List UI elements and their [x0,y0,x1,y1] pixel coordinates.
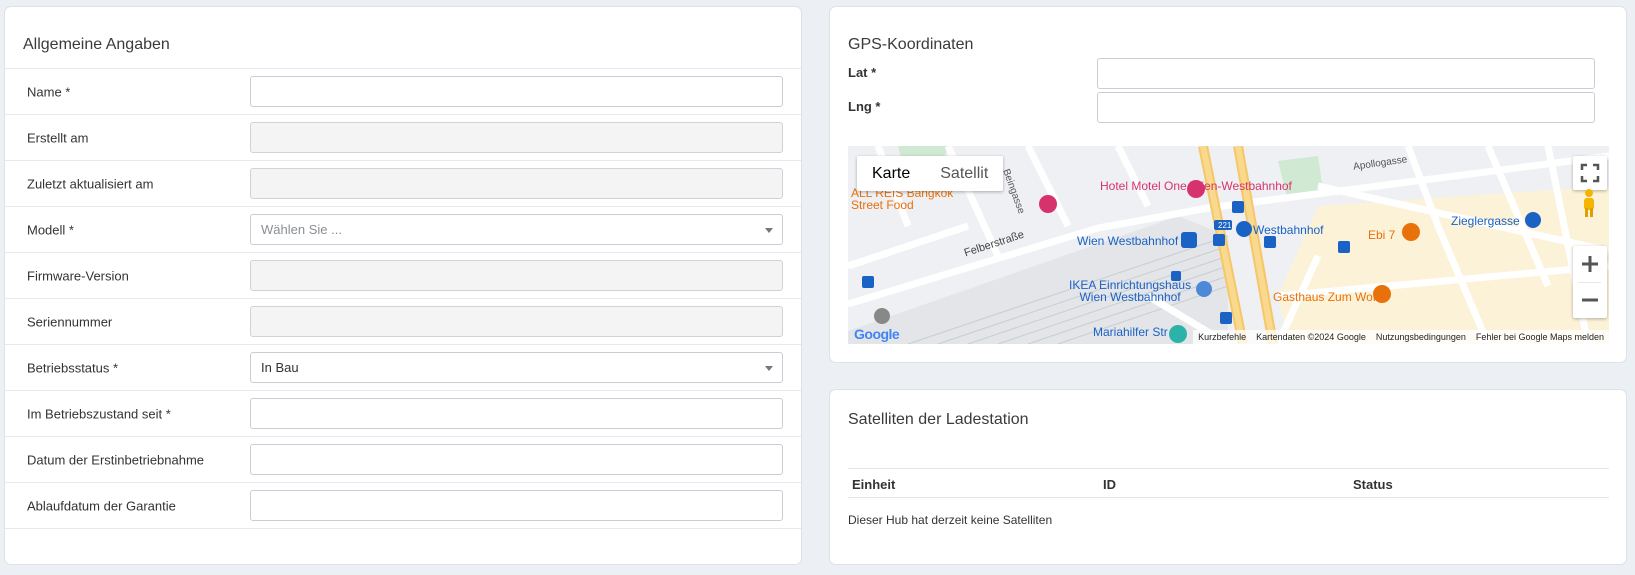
satellites-card: Satelliten der Ladestation Einheit ID St… [829,389,1627,565]
zoom-control [1573,246,1607,318]
gps-title: GPS-Koordinaten [848,36,974,53]
col-header-einheit: Einheit [852,477,896,492]
model-label: Modell * [27,222,74,237]
status-label: Betriebsstatus * [27,360,119,375]
zoom-out-button[interactable] [1573,282,1607,318]
pegman-icon[interactable] [1581,188,1597,223]
created-label: Erstellt am [27,130,89,145]
updated-label: Zuletzt aktualisiert am [27,176,154,191]
form-row-commissioning: Datum der Erstinbetriebnahme [5,437,801,483]
lat-input[interactable] [1097,58,1595,89]
gps-card: GPS-Koordinaten Lat * Lng * Hotel Motel … [829,6,1627,363]
zoom-in-button[interactable] [1573,246,1607,282]
firmware-label: Firmware-Version [27,268,129,283]
commissioning-label: Datum der Erstinbetriebnahme [27,452,205,467]
plus-icon [1582,256,1598,272]
form-row-warranty: Ablaufdatum der Garantie [5,483,801,529]
map-label-zieglergasse: Zieglergasse [1451,214,1520,228]
satellites-empty-message: Dieser Hub hat derzeit keine Satelliten [848,513,1053,527]
warranty-label: Ablaufdatum der Garantie [27,498,176,513]
map-footer-report[interactable]: Fehler bei Google Maps melden [1476,330,1604,344]
map-footer-data: Kartendaten ©2024 Google [1256,332,1366,342]
form-row-status: Betriebsstatus * In Bau [5,345,801,391]
general-form: Name * Erstellt am Zuletzt aktualisiert … [5,68,801,529]
form-row-created: Erstellt am [5,115,801,161]
map-type-satellit-button[interactable]: Satellit [925,156,1003,191]
serial-field [250,306,783,337]
map-footer: Kurzbefehle Kartendaten ©2024 Google Nut… [1193,330,1609,344]
map-label-route-221: 221 [1218,221,1232,230]
map-label-hotel: Hotel Motel One Wien-Westbahnhof [1100,179,1292,193]
satellites-title: Satelliten der Ladestation [848,411,1029,428]
lng-label: Lng * [848,99,881,114]
map-footer-terms[interactable]: Nutzungsbedingungen [1376,330,1466,344]
general-info-card: Allgemeine Angaben Name * Erstellt am Zu… [4,6,802,565]
warranty-input[interactable] [250,490,783,521]
lat-label: Lat * [848,65,877,80]
map-label-ikea: IKEA Einrichtungshaus Wien Westbahnhof [1069,278,1192,304]
status-since-label: Im Betriebszustand seit * [27,406,171,421]
minus-icon [1582,298,1598,302]
google-logo: Google [854,326,900,342]
updated-field [250,168,783,199]
status-since-input[interactable] [250,398,783,429]
model-select[interactable]: Wählen Sie ... [250,214,783,245]
map-type-control: Karte Satellit [857,156,1004,191]
form-row-firmware: Firmware-Version [5,253,801,299]
map-footer-shortcuts[interactable]: Kurzbefehle [1198,330,1246,344]
name-label: Name * [27,84,71,99]
form-row-name: Name * [5,69,801,115]
created-field [250,122,783,153]
map-label-gasthaus: Gasthaus Zum Wohl [1273,290,1383,304]
satellites-table-header: Einheit ID Status [848,468,1609,498]
form-row-updated: Zuletzt aktualisiert am [5,161,801,207]
map-label-ebi7: Ebi 7 [1368,228,1396,242]
col-header-id: ID [1103,477,1116,492]
form-row-status-since: Im Betriebszustand seit * [5,391,801,437]
map-label-westbahnhof: Westbahnhof [1253,223,1324,237]
map-type-karte-button[interactable]: Karte [857,156,925,191]
fullscreen-button[interactable] [1573,156,1607,190]
firmware-field [250,260,783,291]
map-label-wien-westbahnhof: Wien Westbahnhof [1077,234,1179,248]
google-logo-text: Google [854,326,900,342]
form-row-model: Modell * Wählen Sie ... [5,207,801,253]
col-header-status: Status [1353,477,1393,492]
fullscreen-icon [1580,163,1600,183]
general-info-title: Allgemeine Angaben [23,36,170,53]
lng-input[interactable] [1097,92,1595,123]
serial-label: Seriennummer [27,314,113,329]
map-label-mariahilfer: Mariahilfer Str [1093,325,1168,339]
form-row-serial: Seriennummer [5,299,801,345]
google-map[interactable]: Hotel Motel One Wien-Westbahnhof ALL REI… [848,146,1609,344]
name-input[interactable] [250,76,783,107]
status-select[interactable]: In Bau [250,352,783,383]
commissioning-input[interactable] [250,444,783,475]
